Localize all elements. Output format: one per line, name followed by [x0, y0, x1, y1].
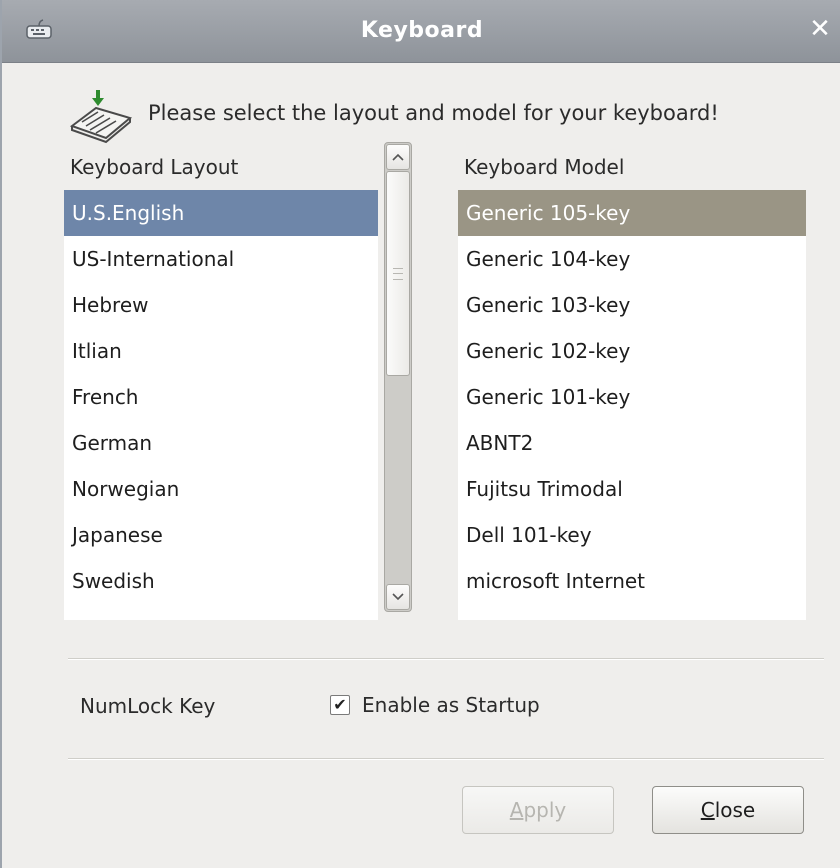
model-item[interactable]: ABNT2	[458, 420, 806, 466]
layout-item[interactable]: Japanese	[64, 512, 378, 558]
close-label: lose	[714, 798, 756, 822]
model-item[interactable]: Generic 102-key	[458, 328, 806, 374]
layout-item[interactable]: Swedish	[64, 558, 378, 604]
model-item[interactable]: Generic 104-key	[458, 236, 806, 282]
model-item[interactable]: microsoft Internet	[458, 558, 806, 604]
scroll-thumb[interactable]	[386, 171, 410, 376]
numlock-label: NumLock Key	[80, 694, 216, 718]
apply-mnemonic: A	[509, 798, 524, 822]
scroll-down-button[interactable]	[386, 584, 410, 610]
layout-item[interactable]: German	[64, 420, 378, 466]
intro-text: Please select the layout and model for y…	[148, 101, 719, 125]
close-mnemonic: C	[700, 798, 715, 822]
separator-top	[68, 658, 824, 660]
layout-item[interactable]: US-International	[64, 236, 378, 282]
close-button[interactable]: Close	[652, 786, 804, 834]
model-item[interactable]: Dell 101-key	[458, 512, 806, 558]
layout-item[interactable]: French	[64, 374, 378, 420]
layout-item[interactable]: Hebrew	[64, 282, 378, 328]
scroll-up-button[interactable]	[386, 144, 410, 170]
model-item[interactable]: Fujitsu Trimodal	[458, 466, 806, 512]
separator-bottom	[68, 758, 824, 760]
layout-scrollbar[interactable]	[384, 142, 412, 612]
layout-item[interactable]: Itlian	[64, 328, 378, 374]
keyboard-layout-list[interactable]: U.S.English US-International Hebrew Itli…	[64, 190, 378, 620]
layout-item[interactable]: Norwegian	[64, 466, 378, 512]
keyboard-download-icon	[68, 86, 138, 144]
keyboard-dialog: Keyboard ✕ Please select the layout and …	[0, 0, 840, 868]
apply-label: pply	[523, 798, 567, 822]
checkbox-check-icon[interactable]: ✔	[330, 695, 350, 715]
chevron-down-icon	[392, 593, 404, 601]
model-item[interactable]: Generic 105-key	[458, 190, 806, 236]
title-bar[interactable]: Keyboard ✕	[2, 0, 840, 63]
keyboard-model-list[interactable]: Generic 105-key Generic 104-key Generic …	[458, 190, 806, 620]
model-item[interactable]: Generic 101-key	[458, 374, 806, 420]
apply-button[interactable]: Apply	[462, 786, 614, 834]
grip-icon	[393, 268, 403, 280]
layout-item[interactable]: U.S.English	[64, 190, 378, 236]
chevron-up-icon	[392, 153, 404, 161]
keyboard-layout-header: Keyboard Layout	[70, 155, 239, 179]
checkbox-label[interactable]: Enable as Startup	[362, 693, 540, 717]
model-item[interactable]: Generic 103-key	[458, 282, 806, 328]
window-title: Keyboard	[360, 18, 484, 43]
close-icon[interactable]: ✕	[806, 14, 834, 44]
keyboard-model-header: Keyboard Model	[464, 155, 625, 179]
